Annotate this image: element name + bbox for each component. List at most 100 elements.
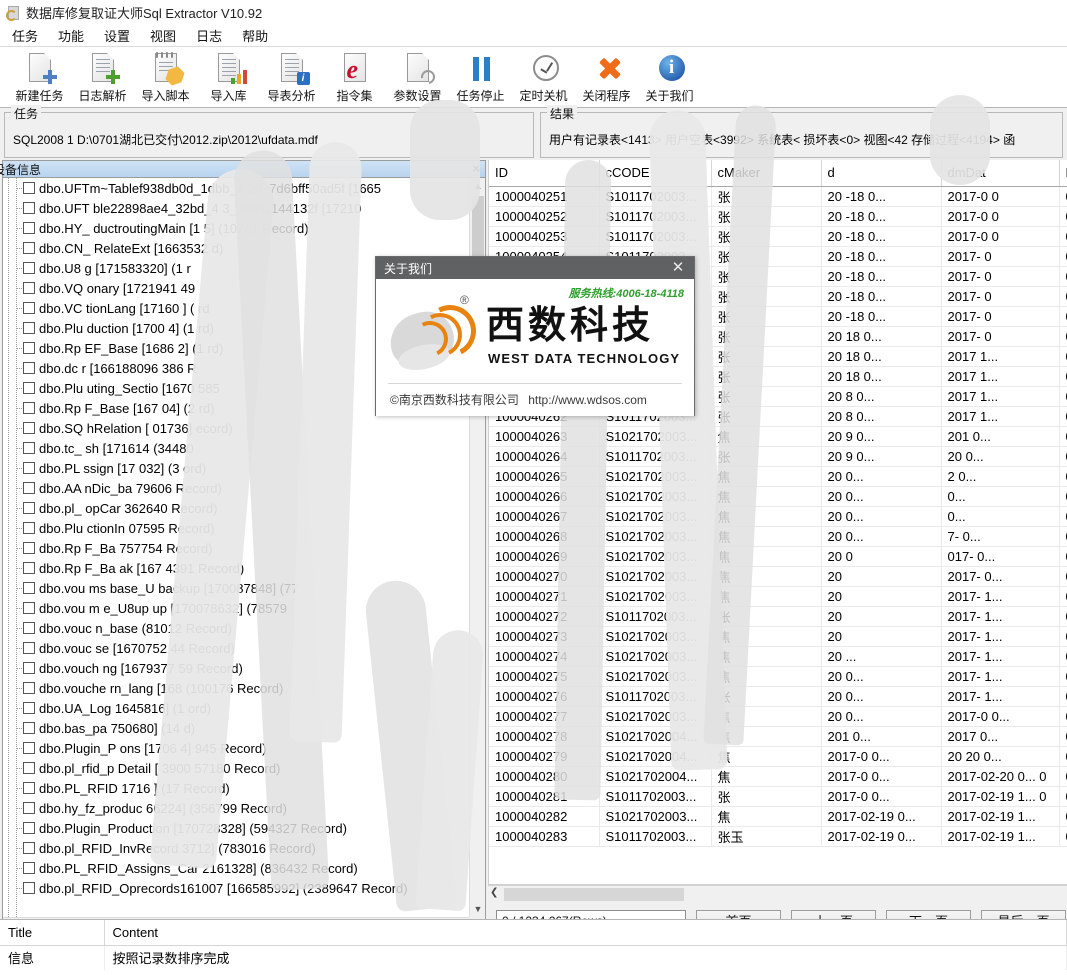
list-item[interactable]: dbo.PL_RFID 1716 ] (17 Record)	[3, 778, 469, 798]
list-item[interactable]: dbo.SQ hRelation [ 01736] ecord)	[3, 418, 469, 438]
menu-item-tasks[interactable]: 任务	[2, 24, 48, 47]
list-item[interactable]: dbo.CN_ RelateExt [1663532 d)	[3, 238, 469, 258]
list-item[interactable]: dbo.AA nDic_ba 79606 Record)	[3, 478, 469, 498]
checkbox[interactable]	[23, 242, 35, 254]
menu-item-view[interactable]: 视图	[140, 24, 186, 47]
table-row[interactable]: 1000040280 S1021702004... 焦 2017-0 0... 2017…	[489, 766, 1067, 787]
toolbar-button-close-program[interactable]: 关闭程序	[575, 49, 638, 107]
list-item[interactable]: dbo.tc_ sh [171614 (34480	[3, 438, 469, 458]
checkbox[interactable]	[23, 562, 35, 574]
grid-horizontal-scrollbar[interactable]: ❮	[488, 885, 1067, 902]
toolbar-button-parameter-settings[interactable]: 参数设置	[386, 49, 449, 107]
checkbox[interactable]	[23, 542, 35, 554]
company-url[interactable]: http://www.wdsos.com	[528, 393, 647, 407]
checkbox[interactable]	[23, 222, 35, 234]
table-row[interactable]: 1000040252 S1011702003... 张 20 -18 0... 2017…	[489, 206, 1067, 227]
table-row[interactable]: 1000040251 S1011702003... 张 20 -18 0... 2017…	[489, 186, 1067, 207]
checkbox[interactable]	[23, 602, 35, 614]
list-item[interactable]: dbo.HY_ ductroutingMain [1 5] (10781 Rec…	[3, 218, 469, 238]
list-item[interactable]: dbo.Rp F_Ba ak [167 4391 Record)	[3, 558, 469, 578]
tab-device-info[interactable]: 设备信息	[0, 161, 45, 178]
checkbox[interactable]	[23, 342, 35, 354]
checkbox[interactable]	[23, 882, 35, 894]
table-row[interactable]: 1000040265S1021702003...焦20 0...2 0...0	[489, 466, 1067, 487]
list-item[interactable]: dbo.Plugin_P ons [1706 4] 945 Record)	[3, 738, 469, 758]
toolbar-button-export-analysis[interactable]: i 导表分析	[260, 49, 323, 107]
table-row[interactable]: 1000040253 S1011702003... 张 20 -18 0... 2017…	[489, 226, 1067, 247]
table-row[interactable]: 1000040275 S1021702003... 焦 20 0... 2017- 1.…	[489, 666, 1067, 687]
list-item[interactable]: dbo.pl_rfid_p Detail [ 3900 57180 Record…	[3, 758, 469, 778]
checkbox[interactable]	[23, 382, 35, 394]
toolbar-button-about-us[interactable]: i 关于我们	[638, 49, 701, 107]
scrollbar-thumb[interactable]	[472, 196, 484, 256]
scroll-down-icon[interactable]: ▼	[470, 901, 485, 917]
checkbox[interactable]	[23, 302, 35, 314]
checkbox[interactable]	[23, 482, 35, 494]
list-item[interactable]: dbo.pl_RFID_Oprecords161007 [166585992] …	[3, 878, 469, 898]
checkbox[interactable]	[23, 282, 35, 294]
checkbox[interactable]	[23, 842, 35, 854]
checkbox[interactable]	[23, 582, 35, 594]
menu-item-function[interactable]: 功能	[48, 24, 94, 47]
checkbox[interactable]	[23, 802, 35, 814]
list-item[interactable]: dbo.vouc se [1670752 44 Record)	[3, 638, 469, 658]
checkbox[interactable]	[23, 762, 35, 774]
column-header-dmdate[interactable]: dmDat	[941, 160, 1060, 187]
table-row[interactable]: 1000040283 S1011702003... 张玉 2017-02-19 0..…	[489, 826, 1067, 847]
list-item[interactable]: dbo.Plu ctionIn 07595 Record)	[3, 518, 469, 538]
checkbox[interactable]	[23, 462, 35, 474]
checkbox[interactable]	[23, 322, 35, 334]
checkbox[interactable]	[23, 202, 35, 214]
table-row[interactable]: 1000040271S1021702003...焦20 2017- 1...0	[489, 586, 1067, 607]
checkbox[interactable]	[23, 402, 35, 414]
checkbox[interactable]	[23, 722, 35, 734]
toolbar-button-command-set[interactable]: e 指令集	[323, 49, 386, 107]
list-item[interactable]: dbo.UFT ble22898ae4_32bd_4 3_30011144132…	[3, 198, 469, 218]
toolbar-button-new-task[interactable]: 新建任务	[8, 49, 71, 107]
column-header-cmaker[interactable]: cMaker	[711, 160, 822, 187]
list-item[interactable]: dbo.pl_ opCar 362640 Record)	[3, 498, 469, 518]
list-item[interactable]: dbo.hy_fz_produc 66224] (356799 Record)	[3, 798, 469, 818]
column-header-id[interactable]: ID	[489, 160, 600, 187]
scroll-left-icon[interactable]: ❮	[490, 887, 498, 898]
close-icon[interactable]: ✕	[668, 257, 688, 279]
list-item[interactable]: dbo.pl_RFID_InvRecord 3712] (783016 Reco…	[3, 838, 469, 858]
column-header-fromtype[interactable]: FromType	[1059, 160, 1067, 187]
checkbox[interactable]	[23, 522, 35, 534]
scrollbar-thumb[interactable]	[504, 888, 684, 901]
column-header-d[interactable]: d	[821, 160, 942, 187]
table-row[interactable]: 1000040270S1021702003...焦20 2017- 0...0	[489, 566, 1067, 587]
toolbar-button-import-script[interactable]: 导入脚本	[134, 49, 197, 107]
list-item[interactable]: dbo.vou m e_U8up up [170078632] (78579	[3, 598, 469, 618]
table-row[interactable]: 1000040276 S1011702003... 张 20 0... 2017- 1.…	[489, 686, 1067, 707]
table-row[interactable]: 1000040269S1021702003...焦20 0017- 0...0	[489, 546, 1067, 567]
table-row[interactable]: 1000040266S1021702003...焦20 0... 0...0	[489, 486, 1067, 507]
checkbox[interactable]	[23, 742, 35, 754]
table-row[interactable]: 1000040279 S1021702004... 焦 2017-0 0... 20 2…	[489, 746, 1067, 767]
menu-item-log[interactable]: 日志	[186, 24, 232, 47]
checkbox[interactable]	[23, 362, 35, 374]
list-item[interactable]: dbo.vouch ng [1679377 59 Record)	[3, 658, 469, 678]
table-row[interactable]: 1000040267S1021702003...焦20 0... 0...0	[489, 506, 1067, 527]
checkbox[interactable]	[23, 822, 35, 834]
checkbox[interactable]	[23, 502, 35, 514]
checkbox[interactable]	[23, 682, 35, 694]
table-row[interactable]: 1000040278 S1021702004... 焦 201 0... 2017 0.…	[489, 726, 1067, 747]
list-item[interactable]: dbo.UFTm~Tablef938db0d_1dbb_4 20_7d6bff5…	[3, 178, 469, 198]
list-item[interactable]: dbo.UA_Log 1645816] (1 ord)	[3, 698, 469, 718]
table-row[interactable]: 1000040282 S1021702003... 焦 2017-02-19 0...…	[489, 806, 1067, 827]
table-row[interactable]: 1000040268S1021702003...焦20 0...7- 0...0	[489, 526, 1067, 547]
checkbox[interactable]	[23, 642, 35, 654]
about-us-dialog[interactable]: 关于我们 ✕ 服务热线:4006-18-4118 ® 西数科技 WEST DAT…	[375, 256, 695, 416]
list-item[interactable]: dbo.vou ms base_U backup [170087848] (77	[3, 578, 469, 598]
checkbox[interactable]	[23, 782, 35, 794]
checkbox[interactable]	[23, 262, 35, 274]
checkbox[interactable]	[23, 662, 35, 674]
close-icon[interactable]: ×	[472, 161, 480, 177]
table-row[interactable]: 1000040281 S1011702003... 张 2017-0 0... 2017…	[489, 786, 1067, 807]
table-row[interactable]: 1000040264 S1011702003... 张 20 9 0... 20 0..…	[489, 446, 1067, 467]
table-row[interactable]: 1000040263 S1021702003... 焦 20 9 0... 201 0.…	[489, 426, 1067, 447]
toolbar-button-log-parse[interactable]: 日志解析	[71, 49, 134, 107]
checkbox[interactable]	[23, 862, 35, 874]
checkbox[interactable]	[23, 182, 35, 194]
